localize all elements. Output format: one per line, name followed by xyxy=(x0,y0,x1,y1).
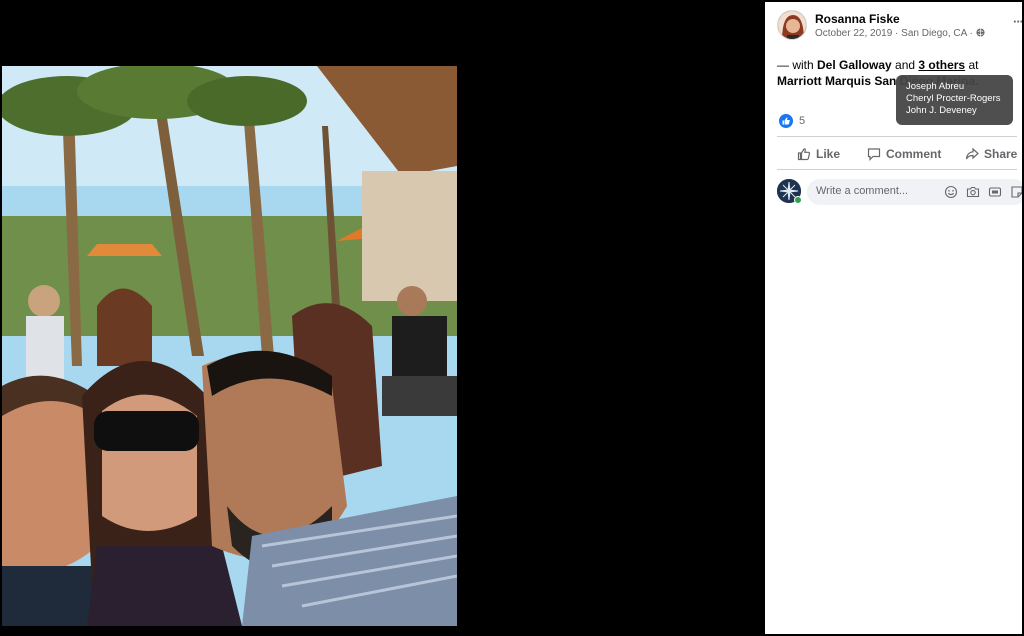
reaction-count[interactable]: 5 xyxy=(799,115,805,127)
author-name[interactable]: Rosanna Fiske xyxy=(815,12,900,26)
photo-viewer xyxy=(0,0,765,636)
online-status-dot xyxy=(794,196,802,204)
comment-input[interactable] xyxy=(816,185,936,197)
caption-and: and xyxy=(891,58,919,72)
avatar-image xyxy=(778,11,806,39)
thumbs-up-icon xyxy=(797,148,811,161)
tooltip-name: Cheryl Procter-Rogers xyxy=(906,93,1001,104)
tooltip-name: John J. Deveney xyxy=(906,105,977,116)
post-actions: Like Comment Share xyxy=(777,142,1022,166)
emoji-icon[interactable] xyxy=(944,185,958,199)
meta-separator-2: · xyxy=(966,28,976,39)
comment-icon xyxy=(867,148,881,161)
tooltip-name: Joseph Abreu xyxy=(906,81,965,92)
like-button[interactable]: Like xyxy=(797,142,840,166)
comment-box[interactable] xyxy=(807,179,1022,205)
more-options-icon[interactable]: ··· xyxy=(1013,14,1022,29)
divider xyxy=(777,136,1017,137)
caption-at: at xyxy=(965,58,979,72)
post-header: Rosanna Fiske October 22, 2019 · San Die… xyxy=(777,10,1022,44)
globe-icon xyxy=(976,28,985,37)
camera-icon[interactable] xyxy=(966,185,980,199)
share-button[interactable]: Share xyxy=(965,142,1017,166)
selfie-image xyxy=(2,66,457,626)
like-icon xyxy=(779,114,793,128)
share-icon xyxy=(965,147,979,160)
post-date[interactable]: October 22, 2019 xyxy=(815,28,892,39)
tagged-person-link[interactable]: Del Galloway xyxy=(817,58,892,72)
meta-separator: · xyxy=(892,28,902,39)
caption-prefix: — with xyxy=(777,58,818,72)
post-photo[interactable] xyxy=(2,66,457,626)
comment-button[interactable]: Comment xyxy=(867,142,941,166)
post-panel: Rosanna Fiske October 22, 2019 · San Die… xyxy=(765,2,1022,634)
sticker-icon[interactable] xyxy=(1010,185,1022,199)
others-link[interactable]: 3 others xyxy=(918,58,965,72)
comment-label: Comment xyxy=(886,147,942,161)
divider xyxy=(777,169,1017,170)
comment-composer xyxy=(777,177,1022,205)
tagged-others-tooltip: Joseph Abreu Cheryl Procter-Rogers John … xyxy=(896,75,1013,125)
like-label: Like xyxy=(816,147,841,161)
author-avatar[interactable] xyxy=(777,10,807,40)
post-meta: October 22, 2019 · San Diego, CA · xyxy=(815,28,985,39)
post-location[interactable]: San Diego, CA xyxy=(901,28,967,39)
share-label: Share xyxy=(984,147,1018,161)
gif-icon[interactable] xyxy=(988,185,1002,199)
